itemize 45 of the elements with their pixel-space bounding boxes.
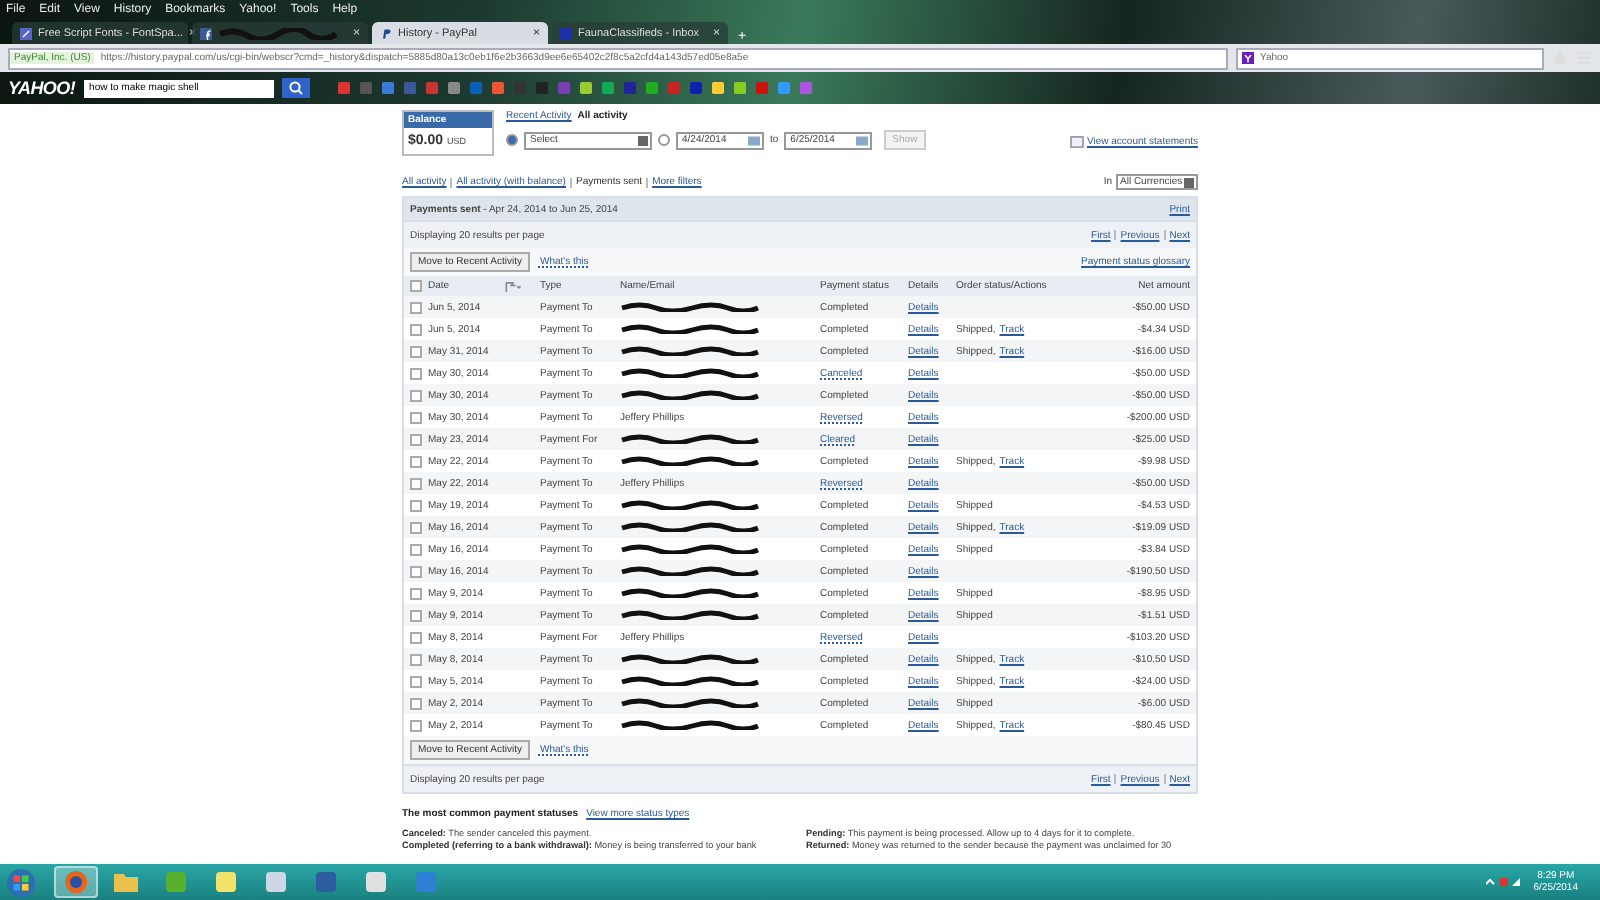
checkbox[interactable] [410, 653, 422, 665]
folder-icon [114, 870, 138, 894]
checkbox[interactable] [410, 477, 422, 489]
facebook-icon [200, 27, 212, 39]
document-icon [1069, 136, 1083, 148]
square-icon [560, 27, 572, 39]
checkbox[interactable] [410, 543, 422, 555]
radio-button[interactable] [658, 134, 670, 146]
checkbox[interactable] [410, 301, 422, 313]
start-button[interactable] [6, 867, 36, 897]
checkbox[interactable] [410, 389, 422, 401]
checkbox[interactable] [410, 367, 422, 379]
paypal-icon [380, 27, 392, 39]
yahoo-logo[interactable]: YAHOO! [8, 78, 76, 98]
taskbar-button[interactable] [54, 866, 98, 898]
search-icon[interactable] [281, 78, 310, 98]
checkbox[interactable] [410, 587, 422, 599]
yahoo-icon [1242, 52, 1254, 64]
checkbox[interactable] [410, 697, 422, 709]
app-icon [264, 870, 288, 894]
checkbox[interactable] [410, 455, 422, 467]
app-icon [314, 870, 338, 894]
app-icon [364, 870, 388, 894]
checkbox[interactable] [410, 609, 422, 621]
checkbox[interactable] [410, 345, 422, 357]
checkbox[interactable] [410, 280, 422, 292]
checkbox[interactable] [410, 719, 422, 731]
checkbox[interactable] [410, 565, 422, 577]
checkbox[interactable] [410, 323, 422, 335]
checkbox[interactable] [410, 411, 422, 423]
tray-icons[interactable] [1485, 876, 1522, 888]
checkbox[interactable] [410, 521, 422, 533]
app-icon [214, 870, 238, 894]
checkbox[interactable] [410, 433, 422, 445]
calendar-icon[interactable] [856, 135, 869, 145]
flag-icon[interactable] [504, 281, 522, 291]
app-icon [164, 870, 188, 894]
calendar-icon[interactable] [748, 135, 760, 145]
pen-icon [20, 27, 32, 39]
checkbox[interactable] [410, 631, 422, 643]
app-icon [414, 870, 438, 894]
globe-icon [64, 870, 88, 894]
checkbox[interactable] [410, 675, 422, 687]
radio-button[interactable] [506, 134, 518, 146]
checkbox[interactable] [410, 499, 422, 511]
